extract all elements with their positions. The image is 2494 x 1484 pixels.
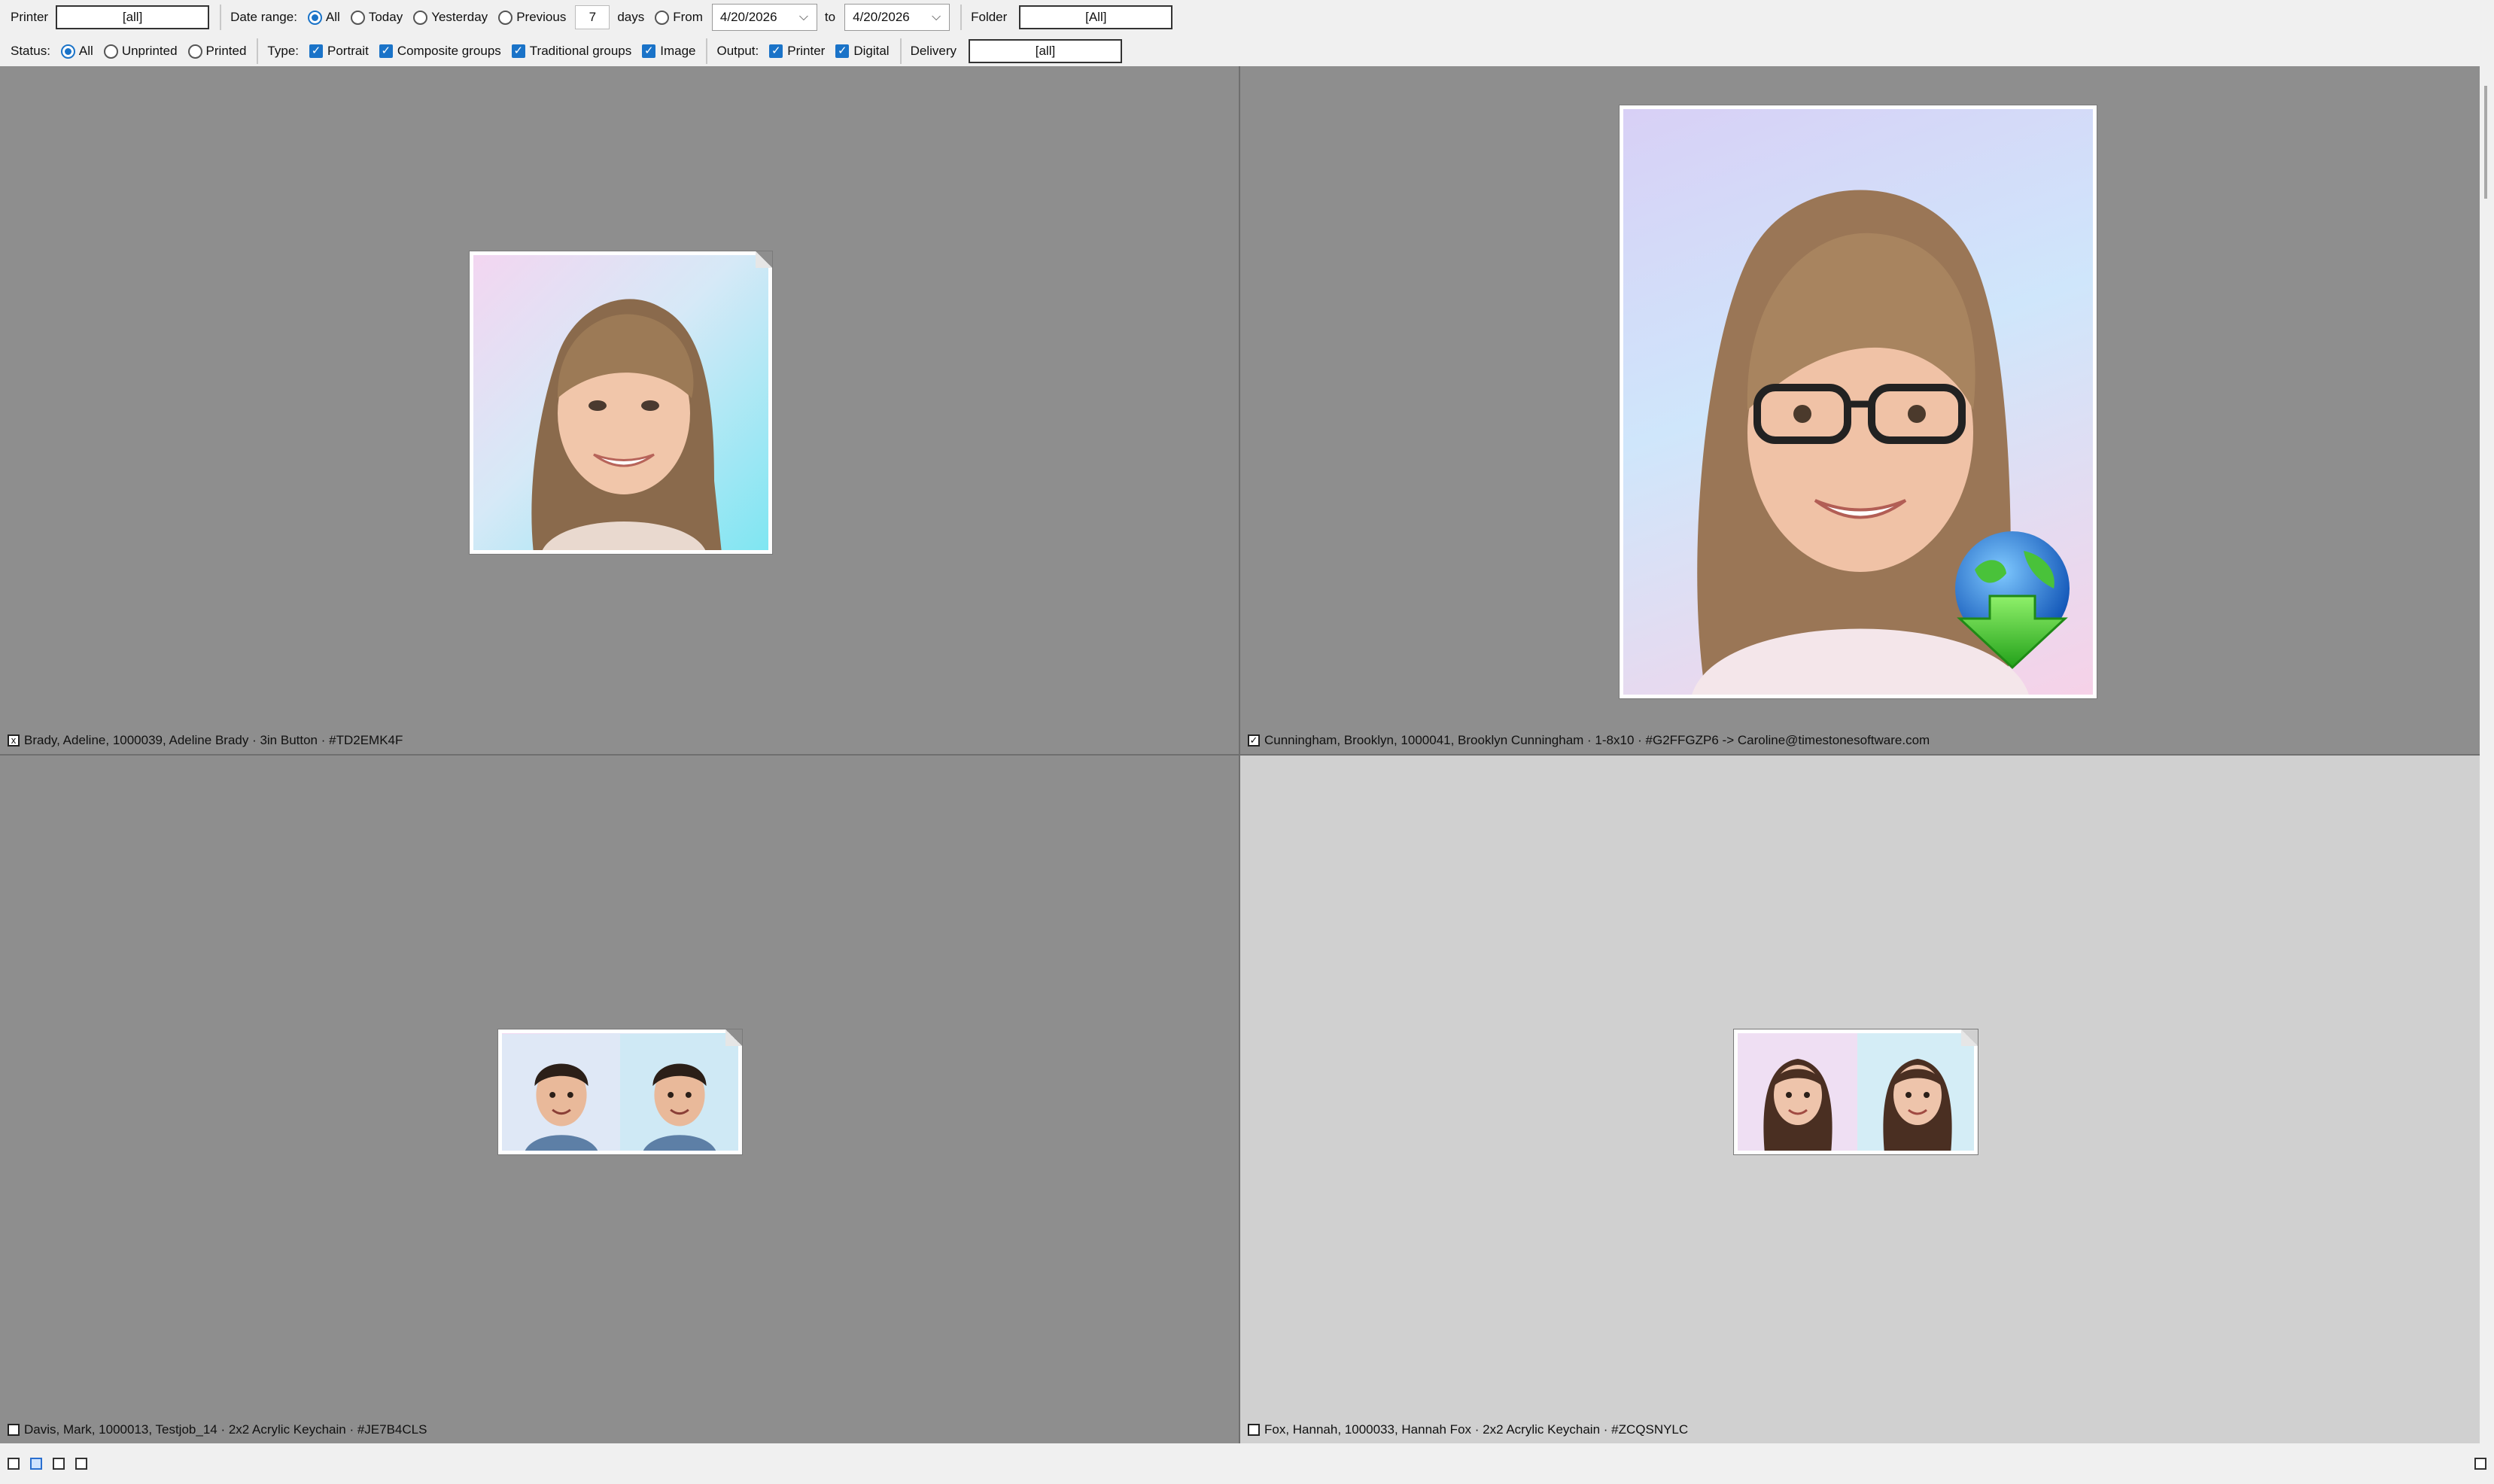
divider bbox=[899, 38, 902, 64]
folder-select[interactable]: [All] bbox=[1019, 5, 1173, 29]
order-thumbnail[interactable] bbox=[1620, 105, 2097, 698]
copy-icon[interactable] bbox=[53, 1458, 65, 1470]
divider bbox=[257, 38, 259, 64]
order-caption: x Brady, Adeline, 1000039, Adeline Brady… bbox=[8, 733, 403, 748]
grid-divider-horizontal bbox=[0, 754, 2480, 756]
scrollbar-thumb[interactable] bbox=[2484, 86, 2487, 199]
order-card-selected[interactable]: Fox, Hannah, 1000033, Hannah Fox · 2x2 A… bbox=[1240, 756, 2480, 1443]
to-label: to bbox=[824, 10, 836, 24]
type-traditional-groups-checkbox[interactable]: ✓ Traditional groups bbox=[511, 44, 631, 59]
checkmark-icon: ✓ bbox=[511, 44, 525, 58]
order-select-checkbox[interactable] bbox=[8, 1424, 20, 1436]
printer-label: Printer bbox=[11, 10, 49, 24]
order-select-checkbox[interactable]: ✓ bbox=[1248, 734, 1260, 747]
type-label: Type: bbox=[267, 44, 300, 58]
lock-icon[interactable] bbox=[75, 1458, 87, 1470]
child-portrait-graphic bbox=[1738, 1033, 1974, 1151]
checkmark-icon: ✓ bbox=[835, 44, 850, 58]
date-from-picker[interactable]: 4/20/2026 ⌵ bbox=[711, 4, 817, 31]
order-caption-text: Fox, Hannah, 1000033, Hannah Fox · 2x2 A… bbox=[1264, 1422, 1689, 1437]
page-corner-fold-icon bbox=[1961, 1029, 1978, 1046]
radio-icon bbox=[413, 10, 428, 25]
radio-selected-icon bbox=[60, 44, 75, 59]
printer-select[interactable]: [all] bbox=[56, 5, 210, 29]
folder-label: Folder bbox=[971, 10, 1008, 24]
output-label: Output: bbox=[716, 44, 759, 58]
date-option-previous[interactable]: Previous bbox=[498, 10, 566, 25]
chevron-down-icon[interactable]: ⌵ bbox=[791, 11, 817, 24]
type-portrait-checkbox[interactable]: ✓ Portrait bbox=[309, 44, 369, 59]
previous-days-input[interactable]: 7 bbox=[575, 5, 610, 29]
order-card[interactable]: ✓ Cunningham, Brooklyn, 1000041, Brookly… bbox=[1240, 66, 2480, 754]
radio-icon bbox=[187, 44, 202, 59]
date-option-from[interactable]: From bbox=[655, 10, 703, 25]
output-digital-checkbox[interactable]: ✓ Digital bbox=[835, 44, 890, 59]
order-thumbnail[interactable] bbox=[498, 1029, 742, 1154]
output-printer-checkbox[interactable]: ✓ Printer bbox=[769, 44, 825, 59]
order-select-checkbox[interactable] bbox=[1248, 1424, 1260, 1436]
delivery-select[interactable]: [all] bbox=[968, 39, 1122, 63]
child-portrait-graphic bbox=[502, 1034, 738, 1151]
radio-icon bbox=[498, 10, 513, 25]
single-view-icon[interactable] bbox=[8, 1458, 20, 1470]
radio-selected-icon bbox=[307, 10, 322, 25]
order-caption: Fox, Hannah, 1000033, Hannah Fox · 2x2 A… bbox=[1248, 1422, 1688, 1437]
date-option-today[interactable]: Today bbox=[350, 10, 403, 25]
status-option-printed[interactable]: Printed bbox=[187, 44, 246, 59]
order-grid: x Brady, Adeline, 1000039, Adeline Brady… bbox=[0, 66, 2480, 1443]
status-bar bbox=[0, 1443, 2494, 1484]
divider bbox=[960, 5, 963, 30]
order-caption-text: Davis, Mark, 1000013, Testjob_14 · 2x2 A… bbox=[24, 1422, 427, 1437]
checkmark-icon: ✓ bbox=[642, 44, 656, 58]
status-label: Status: bbox=[11, 44, 50, 58]
page-corner-fold-icon bbox=[725, 1029, 742, 1046]
keychain-photo-pair bbox=[502, 1033, 738, 1151]
checkmark-icon: ✓ bbox=[309, 44, 324, 58]
status-option-all[interactable]: All bbox=[60, 44, 93, 59]
radio-icon bbox=[655, 10, 670, 25]
keychain-photo-pair bbox=[1738, 1033, 1974, 1151]
page-corner-fold-icon bbox=[756, 251, 772, 268]
date-option-yesterday[interactable]: Yesterday bbox=[413, 10, 488, 25]
type-composite-groups-checkbox[interactable]: ✓ Composite groups bbox=[379, 44, 501, 59]
order-thumbnail[interactable] bbox=[1734, 1029, 1978, 1154]
vertical-scrollbar[interactable] bbox=[2480, 66, 2494, 1443]
child-portrait-graphic bbox=[531, 299, 722, 550]
radio-icon bbox=[103, 44, 118, 59]
date-to-picker[interactable]: 4/20/2026 ⌵ bbox=[844, 4, 950, 31]
date-option-all[interactable]: All bbox=[307, 10, 340, 25]
filter-toolbar-row-1: Printer [all] Date range: All Today Yest… bbox=[0, 2, 2494, 32]
days-label: days bbox=[617, 10, 645, 24]
radio-icon bbox=[350, 10, 365, 25]
checkmark-icon: ✓ bbox=[769, 44, 783, 58]
divider bbox=[220, 5, 222, 30]
order-caption: ✓ Cunningham, Brooklyn, 1000041, Brookly… bbox=[1248, 733, 1930, 748]
order-card[interactable]: Davis, Mark, 1000013, Testjob_14 · 2x2 A… bbox=[0, 756, 1239, 1443]
portrait-photo bbox=[473, 255, 768, 550]
close-icon[interactable] bbox=[2474, 1458, 2486, 1470]
divider bbox=[706, 38, 708, 64]
order-caption: Davis, Mark, 1000013, Testjob_14 · 2x2 A… bbox=[8, 1422, 427, 1437]
chevron-down-icon[interactable]: ⌵ bbox=[923, 11, 949, 24]
delivery-label: Delivery bbox=[910, 44, 957, 58]
order-select-checkbox[interactable]: x bbox=[8, 734, 20, 747]
date-range-label: Date range: bbox=[230, 10, 297, 24]
checkmark-icon: ✓ bbox=[379, 44, 393, 58]
order-caption-text: Cunningham, Brooklyn, 1000041, Brooklyn … bbox=[1264, 733, 1930, 747]
grid-view-icon[interactable] bbox=[30, 1458, 42, 1470]
globe-download-icon bbox=[1955, 531, 2070, 670]
order-caption-text: Brady, Adeline, 1000039, Adeline Brady ·… bbox=[24, 733, 403, 747]
type-image-checkbox[interactable]: ✓ Image bbox=[642, 44, 695, 59]
order-thumbnail[interactable] bbox=[470, 251, 772, 554]
filter-toolbar-row-2: Status: All Unprinted Printed Type: ✓ Por… bbox=[0, 36, 2494, 66]
status-option-unprinted[interactable]: Unprinted bbox=[103, 44, 178, 59]
order-card[interactable]: x Brady, Adeline, 1000039, Adeline Brady… bbox=[0, 66, 1239, 754]
